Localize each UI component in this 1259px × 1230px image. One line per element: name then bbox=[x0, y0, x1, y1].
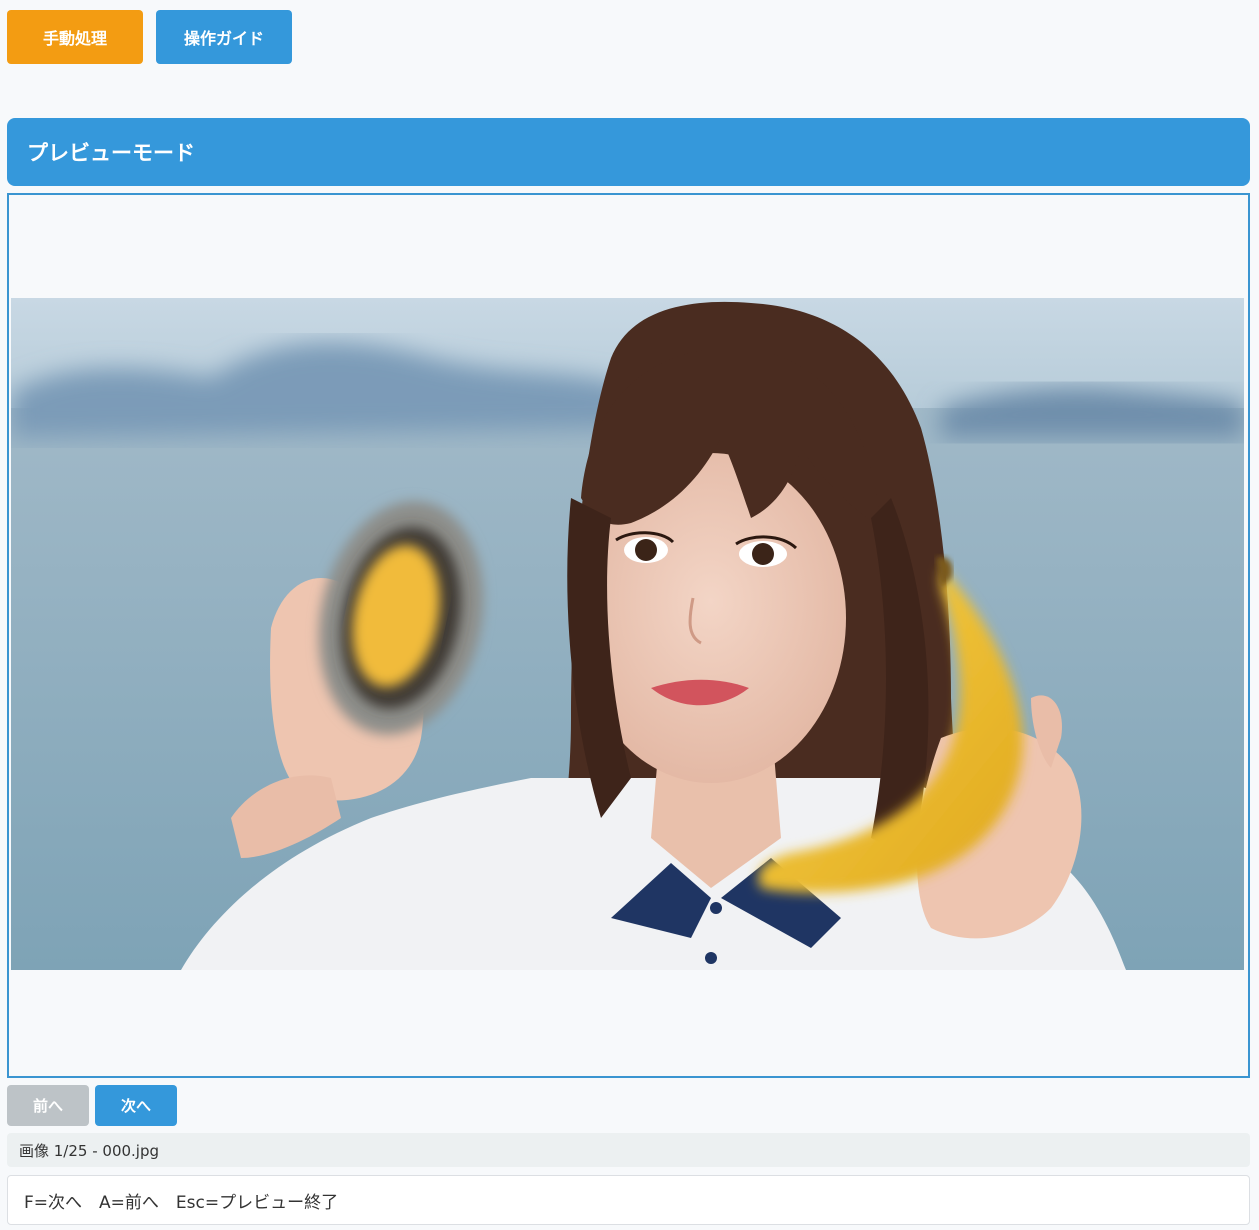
preview-frame bbox=[7, 193, 1250, 1078]
keyboard-shortcuts-panel: F=次へ A=前へ Esc=プレビュー終了 bbox=[7, 1175, 1250, 1225]
image-status-bar: 画像 1/25 - 000.jpg bbox=[7, 1133, 1250, 1167]
preview-mode-header: プレビューモード bbox=[7, 118, 1250, 186]
operation-guide-button[interactable]: 操作ガイド bbox=[156, 10, 292, 64]
next-button[interactable]: 次へ bbox=[95, 1085, 177, 1126]
image-status-text: 画像 1/25 - 000.jpg bbox=[19, 1141, 160, 1160]
preview-image bbox=[11, 298, 1244, 970]
keyboard-shortcuts-text: F=次へ A=前へ Esc=プレビュー終了 bbox=[24, 1192, 339, 1213]
preview-photo bbox=[11, 298, 1244, 970]
page-title: プレビューモード bbox=[27, 141, 195, 165]
previous-button[interactable]: 前へ bbox=[7, 1085, 89, 1126]
manual-process-button[interactable]: 手動処理 bbox=[7, 10, 143, 64]
